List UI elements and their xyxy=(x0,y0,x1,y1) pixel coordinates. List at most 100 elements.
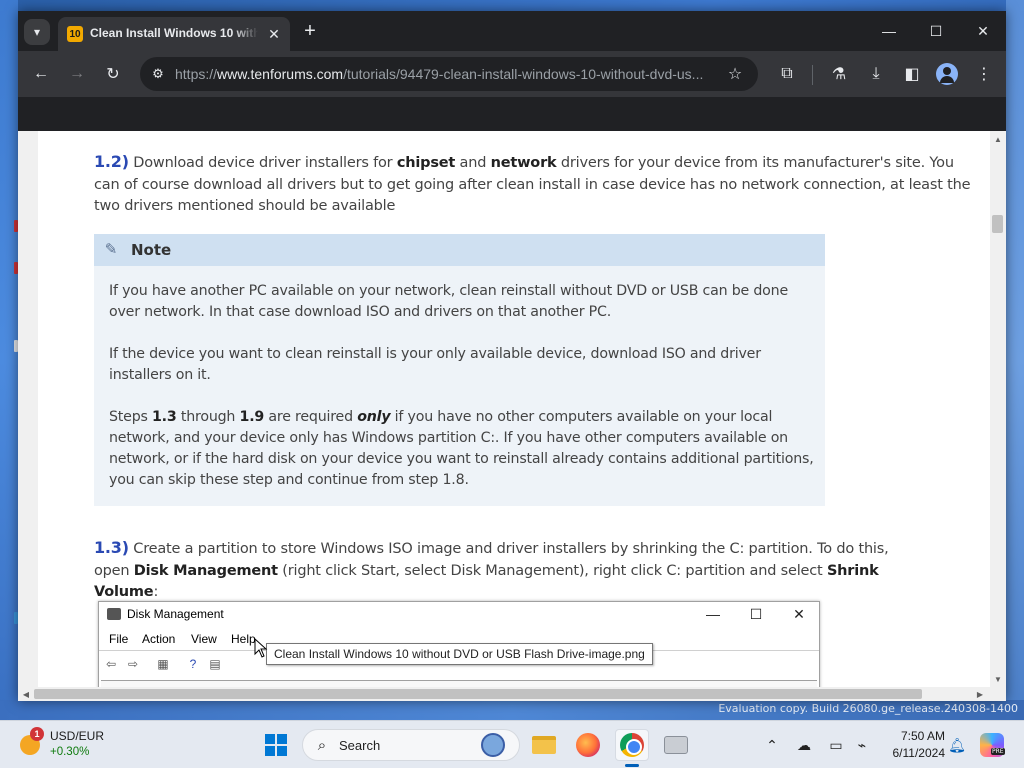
close-icon[interactable]: ✕ xyxy=(264,24,284,44)
dm-maximize-icon: ☐ xyxy=(749,605,763,622)
page-viewport: 1.2) Download device driver installers f… xyxy=(18,131,1006,701)
dm-forward-icon: ⇨ xyxy=(127,657,139,671)
menu-icon: ⋮ xyxy=(976,66,992,83)
sidebar-button[interactable]: ◧ xyxy=(899,61,925,87)
app-button[interactable] xyxy=(659,729,693,761)
chrome-icon xyxy=(620,733,644,757)
dm-help-icon: ? xyxy=(189,657,197,671)
sidebar-icon: ◧ xyxy=(904,66,920,83)
note-paragraph: If the device you want to clean reinstal… xyxy=(109,346,761,383)
notification-badge: 1 xyxy=(30,727,44,741)
minimize-button[interactable]: — xyxy=(866,17,912,45)
forward-icon: → xyxy=(69,65,85,82)
disk-management-app-icon xyxy=(107,608,121,620)
back-icon: ← xyxy=(33,65,49,82)
maximize-button[interactable]: ☐ xyxy=(913,17,959,45)
image-tooltip: Clean Install Windows 10 without DVD or … xyxy=(266,643,653,665)
display-icon[interactable]: ▭ xyxy=(826,735,846,755)
star-icon[interactable]: ☆ xyxy=(724,63,746,85)
chrome-button[interactable] xyxy=(615,729,649,761)
page-header-band xyxy=(18,97,1006,131)
note-text: Steps xyxy=(109,409,153,425)
step-1-3: 1.3) Create a partition to store Windows… xyxy=(94,537,914,604)
tab-title: Clean Install Windows 10 without DVD or … xyxy=(90,26,258,40)
horizontal-scroll-thumb[interactable] xyxy=(34,689,922,699)
network-icon[interactable]: ⌁ xyxy=(852,735,872,755)
bold-term: network xyxy=(490,155,557,171)
note-paragraph: Steps 1.3 through 1.9 are required only … xyxy=(109,407,819,491)
windows-logo-icon xyxy=(265,734,275,744)
extensions-button[interactable]: ⧉ xyxy=(774,61,800,87)
file-explorer-button[interactable] xyxy=(527,729,561,761)
step-text: : xyxy=(153,584,159,600)
browser-toolbar: ← → ↻ ⚙ https://www.tenforums.com/tutori… xyxy=(18,51,1006,97)
close-window-button[interactable]: ✕ xyxy=(960,17,1006,45)
dm-close-icon: ✕ xyxy=(793,605,805,622)
new-tab-button[interactable]: + xyxy=(298,19,322,43)
dm-menu-view: View xyxy=(191,632,217,646)
firefox-button[interactable] xyxy=(571,729,605,761)
dm-list-icon: ▤ xyxy=(209,657,221,671)
dm-menu-action: Action xyxy=(142,632,176,646)
url-path: /tutorials/94479-clean-install-windows-1… xyxy=(343,66,704,82)
mouse-cursor-icon xyxy=(254,638,268,658)
cloud-offline-icon[interactable]: ☁ xyxy=(794,735,814,755)
note-text: through xyxy=(176,409,240,425)
clock-time[interactable]: 7:50 AM xyxy=(895,729,945,743)
step-number: 1.3) xyxy=(94,538,129,557)
profile-icon[interactable] xyxy=(936,63,958,85)
fx-change[interactable]: +0.30% xyxy=(50,746,89,758)
reload-button[interactable]: ↻ xyxy=(100,61,126,87)
forward-button[interactable]: → xyxy=(64,61,90,87)
minimize-icon: — xyxy=(882,23,896,39)
menu-button[interactable]: ⋮ xyxy=(971,61,997,87)
bold-term: 1.9 xyxy=(239,409,265,425)
fx-pair[interactable]: USD/EUR xyxy=(50,729,104,743)
chevron-up-icon[interactable]: ⌃ xyxy=(762,735,782,755)
dm-menu-help: Help xyxy=(231,632,256,646)
evaluation-watermark: Evaluation copy. Build 26080.ge_release.… xyxy=(718,702,1018,715)
copilot-pre-tag: PRE xyxy=(991,748,1005,755)
step-number: 1.2) xyxy=(94,152,129,171)
widgets-button[interactable]: 1 xyxy=(18,727,46,757)
maximize-icon: ☐ xyxy=(929,22,943,39)
scroll-up-icon[interactable]: ▲ xyxy=(992,133,1004,145)
note-title: Note xyxy=(131,241,172,259)
search-icon: ⌕ xyxy=(317,736,327,754)
dm-window-title: Disk Management xyxy=(127,607,224,621)
url-text[interactable]: https://www.tenforums.com/tutorials/9447… xyxy=(175,66,715,82)
step-text: Download device driver installers for xyxy=(128,155,397,171)
vertical-scroll-thumb[interactable] xyxy=(992,215,1003,233)
labs-icon: ⚗ xyxy=(831,66,847,83)
note-header: ✎ Note xyxy=(94,234,825,266)
download-button[interactable]: ⤓ xyxy=(863,61,889,87)
note-pencil-icon: ✎ xyxy=(104,241,118,258)
url-host: www.tenforums.com xyxy=(217,66,344,82)
bold-term: chipset xyxy=(396,155,456,171)
site-settings-icon[interactable]: ⚙ xyxy=(148,64,168,84)
address-bar[interactable]: ⚙ https://www.tenforums.com/tutorials/94… xyxy=(140,57,758,91)
close-window-icon: ✕ xyxy=(977,22,989,39)
tab-search-button[interactable]: ▾ xyxy=(24,19,50,45)
bold-term: Disk Management xyxy=(133,562,278,579)
bold-term: 1.3 xyxy=(152,409,177,425)
tab-strip: ▾ 10 Clean Install Windows 10 without DV… xyxy=(18,11,1006,51)
clock-date[interactable]: 6/11/2024 xyxy=(880,746,946,760)
scroll-down-icon[interactable]: ▼ xyxy=(992,673,1004,685)
url-scheme: https:// xyxy=(175,66,218,82)
tab-active[interactable]: 10 Clean Install Windows 10 without DVD … xyxy=(58,17,290,51)
step-text: (right click Start, select Disk Manageme… xyxy=(277,562,827,579)
start-button[interactable] xyxy=(265,734,287,756)
back-button[interactable]: ← xyxy=(28,61,54,87)
bell-icon[interactable]: 🔔︎ xyxy=(947,735,967,755)
taskbar-search[interactable]: ⌕ Search xyxy=(302,729,520,761)
scroll-right-icon[interactable]: ▶ xyxy=(974,688,986,700)
search-highlight-icon xyxy=(481,733,505,757)
step-1-2: 1.2) Download device driver installers f… xyxy=(94,151,974,218)
active-app-indicator xyxy=(625,764,639,767)
labs-button[interactable]: ⚗ xyxy=(826,61,852,87)
note-paragraph: If you have another PC available on your… xyxy=(109,283,788,320)
scroll-left-icon[interactable]: ◀ xyxy=(20,688,32,700)
plus-icon: + xyxy=(304,19,316,42)
chevron-down-icon: ▾ xyxy=(33,25,41,39)
